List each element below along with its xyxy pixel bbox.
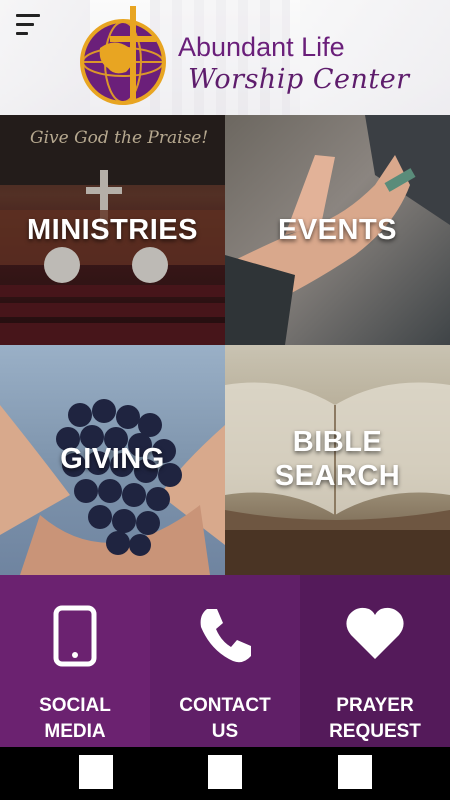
- bible-label-line2: SEARCH: [274, 460, 401, 492]
- contact-us-line1: CONTACT: [179, 695, 271, 716]
- phone-icon: [200, 609, 251, 663]
- social-media-button[interactable]: SOCIAL MEDIA: [0, 575, 150, 747]
- nav-home-button[interactable]: [208, 755, 242, 789]
- prayer-request-line2: REQUEST: [329, 721, 421, 742]
- hamburger-menu-icon[interactable]: [16, 14, 42, 36]
- ministries-tile[interactable]: Give God the Praise! MINISTRIES: [0, 115, 225, 345]
- social-media-line2: MEDIA: [44, 721, 106, 742]
- events-tile[interactable]: EVENTS: [225, 115, 450, 345]
- contact-us-line2: US: [211, 721, 239, 742]
- logo-subtitle: Worship Center: [188, 64, 410, 95]
- bible-search-tile[interactable]: BIBLE SEARCH: [225, 345, 450, 575]
- smartphone-icon: [53, 605, 97, 667]
- app-screen: Abundant Life Worship Center Give God th…: [0, 0, 450, 800]
- social-media-line1: SOCIAL: [39, 695, 111, 716]
- prayer-request-button[interactable]: PRAYER REQUEST: [300, 575, 450, 747]
- prayer-request-line1: PRAYER: [336, 695, 414, 716]
- giving-label: GIVING: [60, 443, 165, 475]
- contact-us-label: CONTACT US: [150, 693, 300, 745]
- church-logo: Abundant Life Worship Center: [78, 6, 409, 110]
- header: Abundant Life Worship Center: [0, 0, 450, 115]
- bible-label-line1: BIBLE: [292, 426, 383, 458]
- social-media-label: SOCIAL MEDIA: [0, 693, 150, 745]
- contact-us-button[interactable]: CONTACT US: [150, 575, 300, 747]
- heart-icon-wrap: [300, 605, 450, 675]
- logo-title: Abundant Life: [178, 32, 345, 62]
- events-label: EVENTS: [277, 214, 398, 246]
- smartphone-icon-wrap: [0, 605, 150, 675]
- nav-back-button[interactable]: [79, 755, 113, 789]
- ministries-label: MINISTRIES: [27, 214, 198, 246]
- system-navigation-bar: [0, 747, 450, 800]
- globe-cross-icon: [80, 6, 166, 105]
- phone-icon-wrap: [150, 605, 300, 675]
- prayer-request-label: PRAYER REQUEST: [300, 693, 450, 745]
- heart-icon: [346, 607, 404, 659]
- giving-tile[interactable]: GIVING: [0, 345, 225, 575]
- nav-recents-button[interactable]: [338, 755, 372, 789]
